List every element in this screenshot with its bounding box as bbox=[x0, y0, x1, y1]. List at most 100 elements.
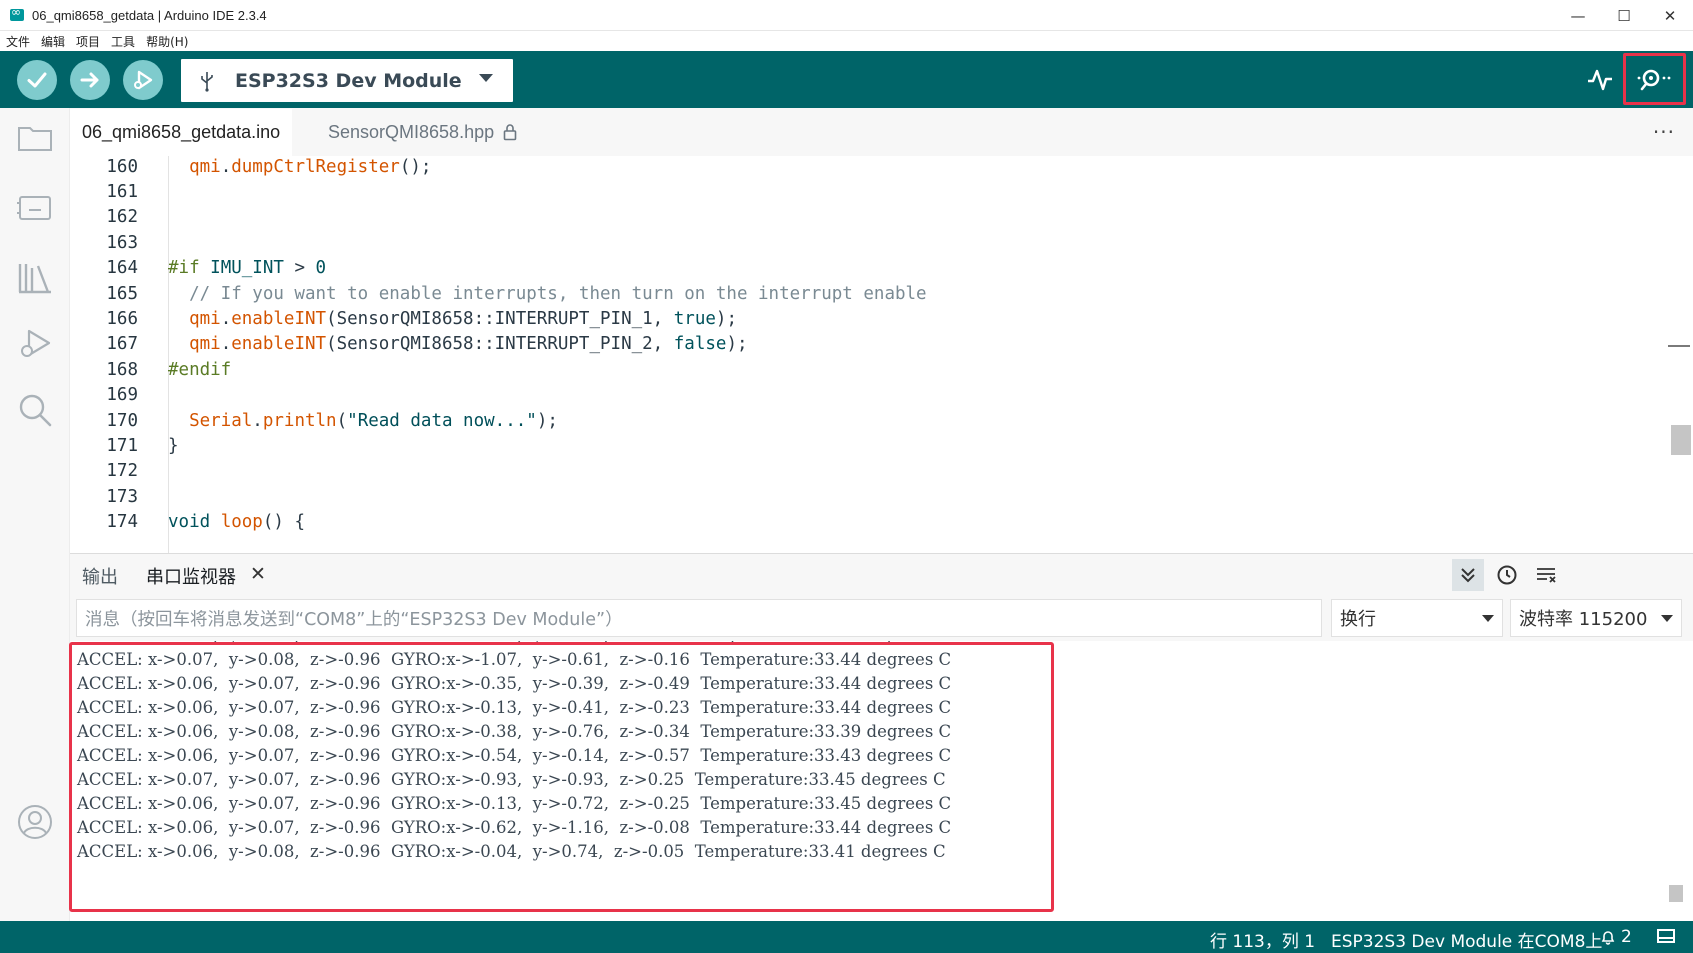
upload-button[interactable] bbox=[70, 60, 110, 100]
status-bar: 行 113，列 1 ESP32S3 Dev Module 在COM8上 2 bbox=[0, 921, 1693, 953]
menu-help[interactable]: 帮助(H) bbox=[146, 33, 188, 50]
clear-output-button[interactable] bbox=[1530, 559, 1562, 591]
code-text: qmi.dumpCtrlRegister(); bbox=[189, 156, 432, 177]
code-line[interactable]: 162 bbox=[70, 204, 1670, 231]
autoscroll-button[interactable] bbox=[1452, 559, 1484, 591]
debug-button[interactable] bbox=[123, 60, 163, 100]
code-line[interactable]: 163 bbox=[70, 229, 1670, 256]
line-ending-value: 换行 bbox=[1340, 609, 1376, 630]
menu-edit[interactable]: 编辑 bbox=[41, 33, 65, 50]
library-icon bbox=[18, 264, 51, 294]
code-text: } bbox=[168, 435, 179, 456]
library-manager-button[interactable] bbox=[15, 258, 55, 298]
notification-bell-icon[interactable] bbox=[1600, 929, 1616, 945]
highlight-box bbox=[69, 642, 1054, 912]
message-input[interactable]: 消息（按回车将消息发送到“COM8”上的“ESP32S3 Dev Module”… bbox=[76, 599, 1322, 637]
debug-icon bbox=[21, 329, 51, 357]
close-window-button[interactable]: ✕ bbox=[1647, 0, 1693, 31]
line-number: 162 bbox=[106, 207, 138, 228]
code-line[interactable]: 167 qmi.enableINT(SensorQMI8658::INTERRU… bbox=[70, 331, 1670, 358]
serial-monitor-icon bbox=[1637, 69, 1670, 91]
code-line[interactable]: 174 void loop() { bbox=[70, 509, 1670, 536]
menu-sketch[interactable]: 项目 bbox=[76, 33, 100, 50]
line-number: 160 bbox=[106, 156, 138, 177]
line-number: 170 bbox=[106, 410, 138, 431]
serial-plotter-icon[interactable] bbox=[1585, 65, 1615, 95]
window-title: 06_qmi8658_getdata | Arduino IDE 2.3.4 bbox=[32, 7, 267, 23]
baud-rate-value: 波特率 115200 bbox=[1519, 609, 1648, 630]
tab-main-sketch[interactable]: 06_qmi8658_getdata.ino bbox=[70, 108, 293, 156]
search-icon bbox=[19, 394, 52, 427]
serial-monitor-button[interactable] bbox=[1623, 53, 1686, 105]
autoscroll-icon bbox=[1461, 568, 1475, 583]
editor-scroll-thumb[interactable] bbox=[1671, 425, 1691, 455]
lock-icon bbox=[503, 124, 517, 141]
maximize-button[interactable]: ☐ bbox=[1601, 0, 1647, 31]
toolbar: ESP32S3 Dev Module bbox=[0, 51, 1693, 108]
code-line[interactable]: 168 #endif bbox=[70, 356, 1670, 383]
code-text: qmi.enableINT(SensorQMI8658::INTERRUPT_P… bbox=[189, 334, 748, 355]
code-line[interactable]: 165 // If you want to enable interrupts,… bbox=[70, 280, 1670, 307]
line-number: 161 bbox=[106, 181, 138, 202]
toggle-panel-icon[interactable] bbox=[1657, 929, 1675, 943]
sketchbook-button[interactable] bbox=[15, 118, 55, 158]
search-button[interactable] bbox=[15, 390, 55, 430]
editor-tabs: 06_qmi8658_getdata.ino SensorQMI8658.hpp… bbox=[70, 108, 1693, 156]
code-line[interactable]: 161 bbox=[70, 178, 1670, 205]
board-selector[interactable]: ESP32S3 Dev Module bbox=[181, 59, 513, 102]
panel-header: 输出 串口监视器 ✕ bbox=[70, 554, 1693, 596]
verify-button[interactable] bbox=[17, 60, 57, 100]
boards-manager-button[interactable] bbox=[15, 188, 55, 228]
code-line[interactable]: 164 #if IMU_INT > 0 bbox=[70, 255, 1670, 282]
editor-scrollbar[interactable] bbox=[1678, 156, 1693, 556]
serial-scroll-thumb[interactable] bbox=[1669, 885, 1683, 902]
line-number: 173 bbox=[106, 486, 138, 507]
menu-tools[interactable]: 工具 bbox=[111, 33, 135, 50]
debugger-button[interactable] bbox=[15, 323, 55, 363]
cursor-position[interactable]: 行 113，列 1 bbox=[1210, 927, 1315, 952]
line-number: 163 bbox=[106, 232, 138, 253]
code-line[interactable]: 173 bbox=[70, 483, 1670, 510]
code-text: void loop() { bbox=[168, 512, 306, 533]
notification-count: 2 bbox=[1621, 927, 1632, 947]
board-icon bbox=[17, 196, 51, 220]
code-line[interactable]: 166 qmi.enableINT(SensorQMI8658::INTERRU… bbox=[70, 305, 1670, 332]
code-line[interactable]: 172 bbox=[70, 458, 1670, 485]
minimize-button[interactable]: — bbox=[1555, 0, 1601, 31]
clock-icon bbox=[1497, 565, 1517, 585]
debug-icon bbox=[134, 70, 153, 90]
tab-output[interactable]: 输出 bbox=[82, 563, 118, 589]
code-line[interactable]: 170 Serial.println("Read data now..."); bbox=[70, 407, 1670, 434]
line-number: 164 bbox=[106, 258, 138, 279]
line-number: 171 bbox=[106, 435, 138, 456]
code-text: qmi.enableINT(SensorQMI8658::INTERRUPT_P… bbox=[189, 308, 737, 329]
code-text: Serial.println("Read data now..."); bbox=[189, 410, 558, 431]
menu-file[interactable]: 文件 bbox=[6, 33, 30, 50]
folder-icon bbox=[18, 127, 52, 151]
account-button[interactable] bbox=[15, 802, 55, 842]
line-number: 168 bbox=[106, 359, 138, 380]
baud-rate-select[interactable]: 波特率 115200 bbox=[1510, 599, 1682, 637]
code-line[interactable]: 171} bbox=[70, 432, 1670, 459]
chevron-down-icon bbox=[1482, 615, 1494, 622]
title-bar: 06_qmi8658_getdata | Arduino IDE 2.3.4 —… bbox=[0, 0, 1693, 31]
more-options-icon[interactable]: ··· bbox=[1653, 120, 1675, 144]
code-line[interactable]: 169 bbox=[70, 382, 1670, 409]
line-ending-select[interactable]: 换行 bbox=[1331, 599, 1503, 637]
line-number: 166 bbox=[106, 308, 138, 329]
arrow-right-icon bbox=[80, 72, 99, 88]
check-icon bbox=[27, 72, 47, 88]
close-icon[interactable]: ✕ bbox=[250, 563, 266, 585]
code-line[interactable]: 160 qmi.dumpCtrlRegister(); bbox=[70, 156, 1670, 180]
board-port-status[interactable]: ESP32S3 Dev Module 在COM8上 bbox=[1331, 927, 1602, 952]
line-number: 167 bbox=[106, 334, 138, 355]
activity-sidebar bbox=[0, 108, 70, 922]
chevron-down-icon bbox=[479, 74, 493, 82]
code-editor[interactable]: 160 qmi.dumpCtrlRegister(); 161 162 163 164 #… bbox=[70, 156, 1678, 556]
tab-serial-monitor[interactable]: 串口监视器 bbox=[146, 563, 236, 589]
timestamp-button[interactable] bbox=[1491, 559, 1523, 591]
menu-bar: 文件 编辑 项目 工具 帮助(H) bbox=[0, 31, 1693, 51]
tab-sensor-header[interactable]: SensorQMI8658.hpp bbox=[316, 108, 529, 156]
line-number: 174 bbox=[106, 512, 138, 533]
line-number: 165 bbox=[106, 283, 138, 304]
